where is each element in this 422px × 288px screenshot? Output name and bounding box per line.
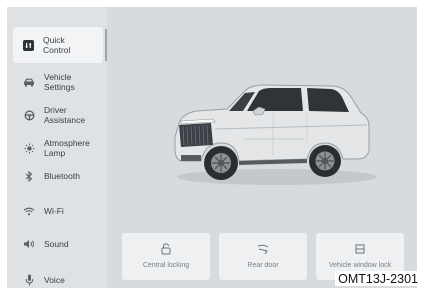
speaker-icon: [22, 237, 36, 251]
sidebar-item-sound[interactable]: Sound: [14, 226, 102, 262]
tailgate-icon: [256, 242, 270, 255]
sidebar-item-vehicle-settings[interactable]: Vehicle Settings: [14, 64, 102, 100]
quick-control-icon: [21, 38, 35, 52]
sidebar-item-driver-assistance[interactable]: Driver Assistance: [14, 97, 102, 133]
rear-door-label: Rear door: [247, 262, 279, 269]
bluetooth-icon: [22, 169, 36, 183]
active-indicator: [105, 29, 107, 61]
figure-code: OMT13J-2301: [335, 271, 420, 286]
sidebar-item-label: Vehicle Settings: [44, 72, 75, 92]
central-locking-label: Central locking: [142, 262, 190, 269]
lock-icon: [159, 242, 173, 255]
sun-icon: [22, 141, 36, 155]
sidebar-item-voice[interactable]: Voice: [14, 262, 102, 288]
sidebar-item-quick-control[interactable]: Quick Control: [13, 27, 107, 63]
sidebar-item-wifi[interactable]: Wi-Fi: [14, 193, 102, 229]
window-lock-icon: [353, 242, 367, 254]
vehicle-image: [167, 69, 379, 189]
car-icon: [22, 75, 36, 89]
central-locking-button[interactable]: Central locking: [122, 233, 210, 280]
rear-door-button[interactable]: Rear door: [219, 233, 307, 280]
sidebar-item-label: Driver Assistance: [44, 105, 86, 125]
wifi-icon: [22, 204, 36, 218]
microphone-icon: [22, 273, 36, 287]
sidebar-item-label: Atmosphere Lamp: [44, 138, 90, 158]
sidebar-item-label: Sound: [44, 239, 69, 249]
sidebar-item-bluetooth[interactable]: Bluetooth: [14, 158, 102, 194]
sidebar-item-label: Quick Control: [43, 35, 71, 55]
sidebar-item-label: Voice: [44, 275, 65, 285]
screen: Quick Control Vehicle Settings Driver As…: [7, 7, 417, 288]
steering-wheel-icon: [22, 108, 36, 122]
sidebar-item-label: Wi-Fi: [44, 206, 64, 216]
window-lock-label: Vehicle window lock: [328, 262, 392, 269]
sidebar: Quick Control Vehicle Settings Driver As…: [7, 7, 107, 288]
sidebar-item-label: Bluetooth: [44, 171, 80, 181]
